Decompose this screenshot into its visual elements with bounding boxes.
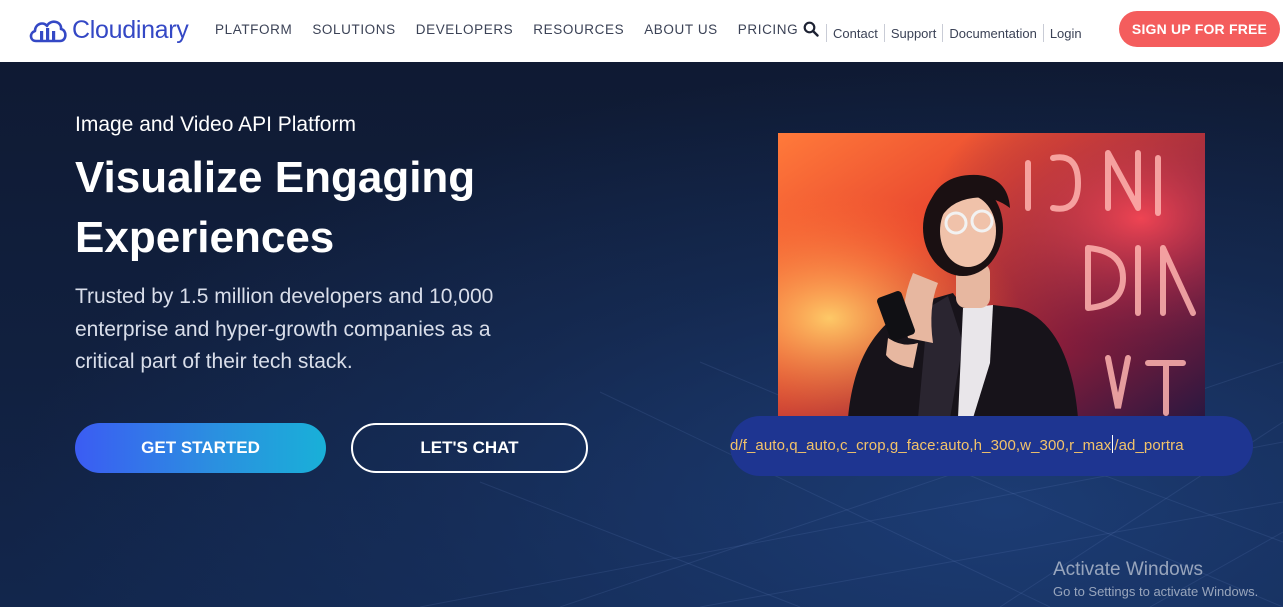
documentation-link[interactable]: Documentation: [943, 26, 1042, 41]
url-before-cursor: d/f_auto,q_auto,c_crop,g_face:auto,h_300…: [730, 437, 1112, 454]
watermark-subtitle: Go to Settings to activate Windows.: [1053, 584, 1259, 599]
logo-text: Cloudinary: [72, 15, 189, 44]
sign-up-button[interactable]: SIGN UP FOR FREE: [1119, 11, 1280, 47]
get-started-button[interactable]: GET STARTED: [75, 423, 326, 473]
activate-windows-watermark: Activate Windows Go to Settings to activ…: [1053, 559, 1258, 599]
utility-links: Contact Support Documentation Login: [826, 24, 1088, 42]
menu-item-developers[interactable]: DEVELOPERS: [416, 22, 514, 37]
cloudinary-logo[interactable]: Cloudinary: [28, 14, 189, 46]
hero-portrait-image: [778, 133, 1205, 418]
cloud-logo-icon: [29, 20, 67, 43]
transformation-url-text: d/f_auto,q_auto,c_crop,g_face:auto,h_300…: [730, 435, 1184, 454]
hero-eyebrow: Image and Video API Platform: [75, 113, 356, 136]
main-menu: PLATFORM SOLUTIONS DEVELOPERS RESOURCES …: [215, 22, 818, 37]
menu-item-about-us[interactable]: ABOUT US: [644, 22, 718, 37]
menu-item-resources[interactable]: RESOURCES: [533, 22, 624, 37]
menu-item-solutions[interactable]: SOLUTIONS: [312, 22, 395, 37]
menu-item-pricing[interactable]: PRICING: [738, 22, 798, 37]
support-link[interactable]: Support: [885, 26, 943, 41]
search-icon[interactable]: [803, 21, 819, 37]
login-link[interactable]: Login: [1044, 26, 1088, 41]
hero-subtext: Trusted by 1.5 million developers and 10…: [75, 285, 494, 373]
contact-link[interactable]: Contact: [827, 26, 884, 41]
transformation-url-field[interactable]: d/f_auto,q_auto,c_crop,g_face:auto,h_300…: [730, 416, 1253, 476]
hero-headline: Visualize Engaging Experiences: [75, 153, 476, 262]
lets-chat-button[interactable]: LET'S CHAT: [351, 423, 588, 473]
url-after-cursor: /ad_portra: [1114, 437, 1184, 454]
watermark-title: Activate Windows: [1053, 559, 1203, 580]
hero-section: Image and Video API Platform Visualize E…: [0, 62, 1283, 607]
menu-item-platform[interactable]: PLATFORM: [215, 22, 292, 37]
top-navigation: Cloudinary PLATFORM SOLUTIONS DEVELOPERS…: [0, 0, 1283, 62]
